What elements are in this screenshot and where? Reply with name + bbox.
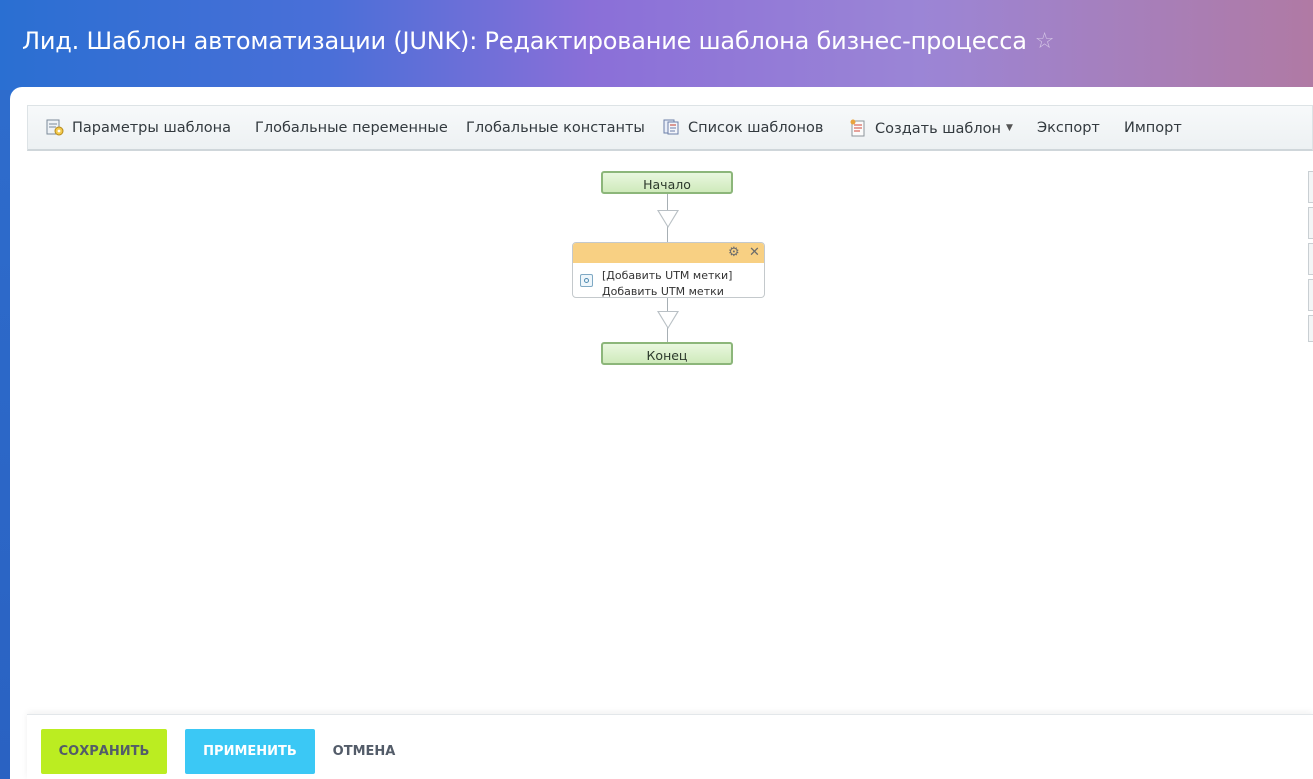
activity-subtitle: Добавить UTM метки <box>602 285 724 298</box>
insert-point-arrow[interactable] <box>657 210 679 228</box>
chevron-down-icon: ▼ <box>1005 123 1013 133</box>
save-button[interactable]: СОХРАНИТЬ <box>41 729 167 774</box>
side-panel-tab[interactable] <box>1308 243 1313 275</box>
gear-icon[interactable]: ⚙ <box>728 244 740 262</box>
toolbar-export[interactable]: Экспорт <box>1037 106 1100 150</box>
toolbar-template-settings-label: Параметры шаблона <box>72 120 232 136</box>
process-designer-canvas[interactable]: Начало ⚙ ✕ [Добавить UTM метки] Добавить… <box>10 153 1313 713</box>
close-icon[interactable]: ✕ <box>749 244 760 262</box>
toolbar-export-label: Экспорт <box>1037 120 1100 136</box>
page-title: Лид. Шаблон автоматизации (JUNK): Редакт… <box>22 27 1055 55</box>
activity-type-icon <box>580 274 593 287</box>
activity-title: [Добавить UTM метки] <box>602 269 733 282</box>
toolbar-template-settings[interactable]: Параметры шаблона <box>46 106 231 150</box>
template-list-icon <box>663 119 679 135</box>
apply-button[interactable]: ПРИМЕНИТЬ <box>185 729 315 774</box>
create-template-icon <box>850 119 865 137</box>
activity-block[interactable]: ⚙ ✕ [Добавить UTM метки] Добавить UTM ме… <box>572 242 765 298</box>
activity-text: [Добавить UTM метки] Добавить UTM метки <box>602 268 733 298</box>
toolbar-global-constants-label: Глобальные константы <box>466 120 645 136</box>
end-node[interactable]: Конец <box>601 342 733 365</box>
activity-header: ⚙ ✕ <box>573 243 764 263</box>
start-node-label: Начало <box>643 177 691 192</box>
side-panel-tab[interactable] <box>1308 279 1313 311</box>
toolbar: Параметры шаблона Глобальные переменные … <box>27 105 1313 151</box>
start-node[interactable]: Начало <box>601 171 733 194</box>
footer-action-bar: СОХРАНИТЬ ПРИМЕНИТЬ ОТМЕНА <box>27 714 1313 779</box>
side-panel-tab[interactable] <box>1308 171 1313 203</box>
workarea: Параметры шаблона Глобальные переменные … <box>10 87 1313 779</box>
toolbar-global-variables[interactable]: Глобальные переменные <box>255 106 448 150</box>
toolbar-template-list-label: Список шаблонов <box>688 120 824 136</box>
star-icon[interactable]: ☆ <box>1035 29 1055 54</box>
toolbar-global-variables-label: Глобальные переменные <box>255 120 448 136</box>
side-panel-tab[interactable] <box>1308 207 1313 239</box>
toolbar-import-label: Импорт <box>1124 120 1182 136</box>
left-sidebar-strip <box>0 90 10 779</box>
cancel-button[interactable]: ОТМЕНА <box>329 729 399 774</box>
end-node-label: Конец <box>646 348 688 363</box>
activity-body: [Добавить UTM метки] Добавить UTM метки <box>573 263 764 297</box>
toolbar-create-template-label: Создать шаблон <box>875 121 1001 137</box>
toolbar-import[interactable]: Импорт <box>1124 106 1182 150</box>
toolbar-global-constants[interactable]: Глобальные константы <box>466 106 645 150</box>
toolbar-create-template[interactable]: Создать шаблон ▼ <box>849 106 1013 150</box>
template-settings-icon <box>46 119 64 136</box>
insert-point-arrow[interactable] <box>657 311 679 329</box>
page-title-text: Лид. Шаблон автоматизации (JUNK): Редакт… <box>22 27 1027 55</box>
toolbar-template-list[interactable]: Список шаблонов <box>662 106 823 150</box>
side-panel-tab[interactable] <box>1308 315 1313 342</box>
